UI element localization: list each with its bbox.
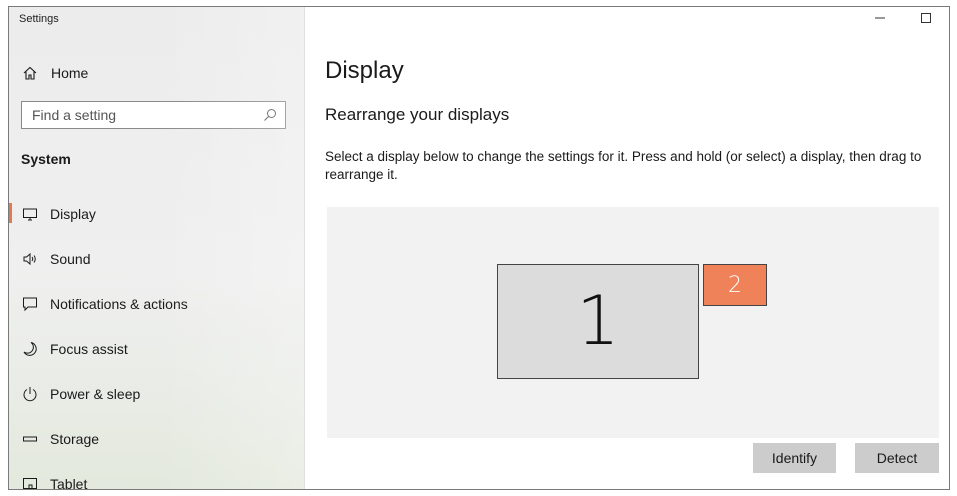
description-text: Select a display below to change the set… <box>325 149 922 182</box>
tablet-icon <box>21 475 39 489</box>
sidebar-item-storage[interactable]: Storage <box>9 416 304 461</box>
main-panel: Display Rearrange your displays Select a… <box>305 7 949 489</box>
sidebar-item-label: Storage <box>50 430 100 447</box>
sidebar-item-power-sleep[interactable]: Power & sleep <box>9 371 304 416</box>
search-input[interactable] <box>22 106 259 124</box>
sidebar-item-notifications[interactable]: Notifications & actions <box>9 281 304 326</box>
display-1-tile[interactable]: 1 <box>497 264 699 379</box>
search-icon[interactable] <box>259 104 281 126</box>
storage-icon <box>21 430 39 448</box>
display-2-tile[interactable]: 2 <box>703 264 767 306</box>
display-arrangement-area[interactable]: 1 2 <box>327 207 939 438</box>
search-box[interactable] <box>21 101 286 129</box>
maximize-icon <box>920 11 932 29</box>
home-icon <box>21 64 39 82</box>
sidebar: Settings Home System Display <box>9 7 305 489</box>
window-controls <box>867 11 939 29</box>
sidebar-item-label: Notifications & actions <box>50 295 188 312</box>
home-link[interactable]: Home <box>21 63 88 83</box>
maximize-button[interactable] <box>913 11 939 29</box>
minimize-button[interactable] <box>867 11 893 29</box>
sidebar-item-tablet[interactable]: Tablet <box>9 461 304 490</box>
sidebar-item-display[interactable]: Display <box>9 191 304 236</box>
moon-icon <box>21 340 39 358</box>
sidebar-item-label: Sound <box>50 250 91 267</box>
identify-button[interactable]: Identify <box>753 443 836 473</box>
speaker-icon <box>21 250 39 268</box>
monitor-icon <box>21 205 39 223</box>
sidebar-item-label: Focus assist <box>50 340 128 357</box>
notification-icon <box>21 295 39 313</box>
sidebar-item-focus-assist[interactable]: Focus assist <box>9 326 304 371</box>
detect-button[interactable]: Detect <box>855 443 939 473</box>
section-label-system: System <box>21 151 71 167</box>
section-heading: Rearrange your displays <box>325 105 510 124</box>
settings-window: Settings Home System Display <box>8 6 950 490</box>
home-label: Home <box>51 65 89 81</box>
sidebar-item-label: Display <box>50 205 96 222</box>
app-title: Settings <box>19 13 59 25</box>
display-number: 2 <box>728 272 742 298</box>
sidebar-item-label: Tablet <box>50 475 88 490</box>
sidebar-item-label: Power & sleep <box>50 385 141 402</box>
sidebar-nav: Display Sound Notifications & actions Fo… <box>9 191 304 490</box>
power-icon <box>21 385 39 403</box>
display-number: 1 <box>576 282 620 361</box>
minimize-icon <box>874 11 886 29</box>
page-title: Display <box>325 57 404 84</box>
sidebar-item-sound[interactable]: Sound <box>9 236 304 281</box>
